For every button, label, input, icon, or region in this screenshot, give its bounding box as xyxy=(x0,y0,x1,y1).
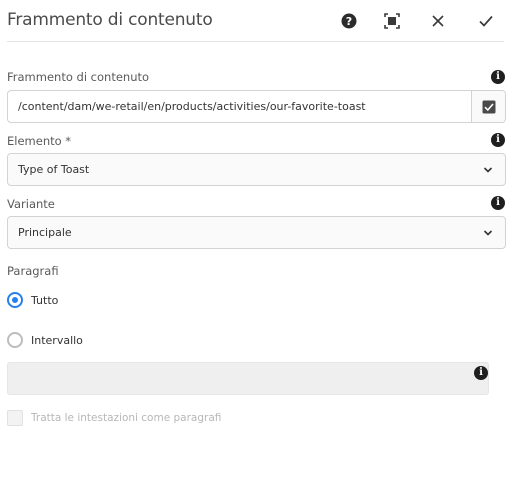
radio-range-label: Intervallo xyxy=(31,333,83,347)
help-icon: ? xyxy=(341,13,357,29)
close-button[interactable] xyxy=(428,11,448,31)
svg-text:?: ? xyxy=(346,15,352,28)
variation-select-value: Principale xyxy=(18,226,72,239)
done-button[interactable] xyxy=(476,11,496,31)
range-input[interactable] xyxy=(7,362,489,395)
help-button[interactable]: ? xyxy=(339,11,359,31)
variation-select[interactable]: Principale xyxy=(7,216,506,249)
fragment-path-input[interactable] xyxy=(8,91,471,122)
radio-all[interactable]: Tutto xyxy=(7,291,58,309)
radio-range[interactable]: Intervallo xyxy=(7,331,83,349)
variation-info-icon[interactable]: i xyxy=(491,196,505,210)
range-info-icon[interactable]: i xyxy=(474,366,488,380)
radio-all-label: Tutto xyxy=(31,293,59,307)
fragment-label: Frammento di contenuto xyxy=(7,70,150,84)
paragraphs-label: Paragrafi xyxy=(7,264,59,278)
checkmark-icon xyxy=(479,15,493,27)
fragment-path-field xyxy=(7,90,506,123)
element-label: Elemento * xyxy=(7,134,72,148)
fullscreen-button[interactable] xyxy=(382,11,402,31)
headings-checkbox xyxy=(7,410,23,426)
checkbox-browse-icon xyxy=(482,100,495,113)
element-info-icon[interactable]: i xyxy=(491,133,505,147)
headings-checkbox-row: Tratta le intestazioni come paragrafi xyxy=(7,409,221,427)
header-divider xyxy=(7,41,504,42)
chevron-down-icon xyxy=(483,167,493,173)
radio-range-button[interactable] xyxy=(7,332,23,348)
radio-all-button[interactable] xyxy=(7,292,23,308)
headings-checkbox-label: Tratta le intestazioni come paragrafi xyxy=(31,412,222,424)
fragment-info-icon[interactable]: i xyxy=(491,70,505,84)
chevron-down-icon xyxy=(483,230,493,236)
element-select[interactable]: Type of Toast xyxy=(7,153,506,186)
dialog-title: Frammento di contenuto xyxy=(7,10,213,30)
fragment-browse-button[interactable] xyxy=(471,91,505,122)
dialog-header: Frammento di contenuto ? xyxy=(0,0,516,42)
variation-label: Variante xyxy=(7,197,55,211)
close-icon xyxy=(432,15,444,27)
element-select-value: Type of Toast xyxy=(18,163,90,176)
fullscreen-icon xyxy=(384,13,400,29)
